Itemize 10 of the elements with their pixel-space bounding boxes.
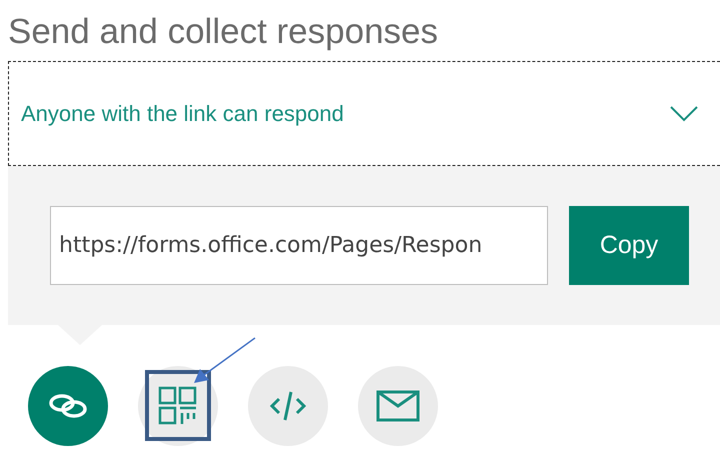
mail-icon — [376, 390, 420, 422]
link-field[interactable]: https://forms.office.com/Pages/Respon — [50, 206, 548, 285]
chevron-down-icon — [670, 106, 698, 122]
link-icon — [48, 392, 88, 420]
copy-button[interactable]: Copy — [569, 206, 689, 285]
qr-code-icon — [158, 386, 198, 426]
page-title: Send and collect responses — [7, 11, 439, 53]
dropdown-value: Anyone with the link can respond — [21, 100, 344, 126]
highlight-frame — [145, 370, 211, 441]
code-icon — [268, 389, 308, 423]
